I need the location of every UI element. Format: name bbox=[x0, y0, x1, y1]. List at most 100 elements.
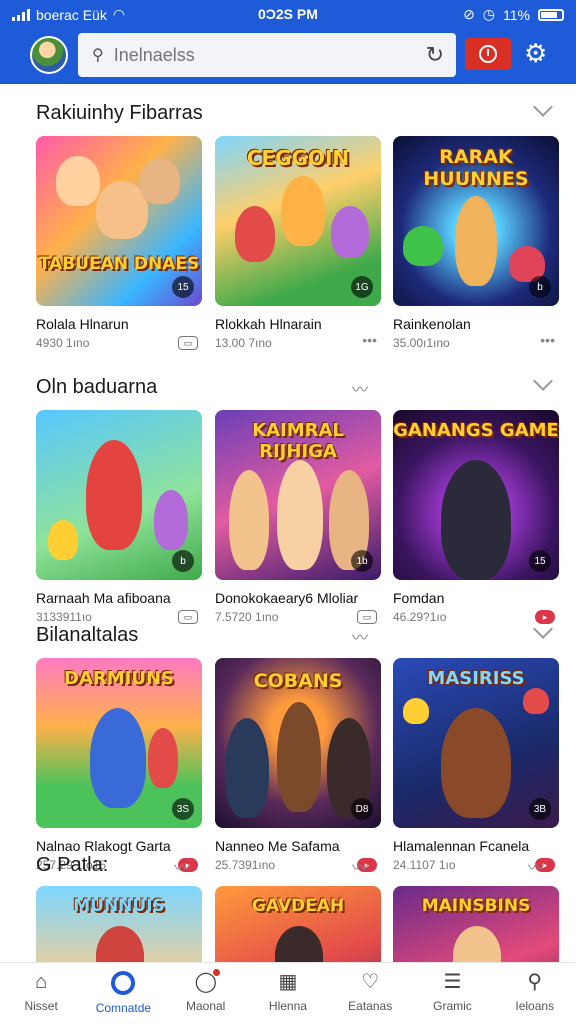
section-title: Rakiuinhy Fibarras bbox=[36, 102, 203, 124]
search-icon: ⚲ bbox=[527, 971, 543, 993]
game-card[interactable]: KAIMRAL RIJHIGA 1b Donokokaeary6 Mloliar… bbox=[215, 410, 381, 626]
chevron-down-icon[interactable] bbox=[533, 371, 553, 391]
nav-label: Gramic bbox=[433, 999, 472, 1013]
heart-icon: ♡ bbox=[361, 971, 380, 993]
trend-icon: 〰 bbox=[352, 382, 368, 399]
avatar[interactable] bbox=[30, 36, 68, 74]
section-title: Oln baduarna bbox=[36, 376, 158, 398]
clock-icon: ◷ bbox=[482, 6, 496, 22]
wifi-icon: ◠ bbox=[112, 6, 126, 22]
game-card[interactable]: GAVDEAH bbox=[215, 886, 381, 962]
game-art-title: CEGGOIN bbox=[246, 146, 350, 170]
game-art-title: KAIMRAL RIJHIGA bbox=[252, 420, 344, 462]
game-art-title: GAVDEAH bbox=[251, 896, 345, 916]
nav-item-search[interactable]: ⚲ Ieloans bbox=[494, 963, 576, 1024]
controller-icon: ▭ bbox=[178, 336, 198, 350]
game-art-title: MASIRISS bbox=[427, 668, 525, 689]
nav-label: Ieloans bbox=[515, 999, 555, 1013]
section-title: Bilanaltalas bbox=[36, 624, 139, 646]
game-name: Rainkenolan bbox=[393, 316, 471, 332]
grid-icon: ▦ bbox=[278, 971, 298, 993]
game-art-title: MAINSBINS bbox=[421, 896, 531, 916]
nav-label: Hlenna bbox=[268, 999, 307, 1013]
game-thumbnail: CEGGOIN 1G bbox=[215, 136, 381, 306]
section-2: Oln baduarna 〰 b Rarnaah Ma afiboana 313… bbox=[0, 370, 576, 624]
rank-badge: b bbox=[529, 276, 551, 298]
battery-percent: 11% bbox=[503, 6, 530, 23]
game-thumbnail: MAINSBINS bbox=[393, 886, 559, 962]
game-art-title: MUNNUIS bbox=[73, 896, 165, 916]
nav-item-chat[interactable]: ◯ Maonal bbox=[165, 963, 247, 1024]
more-icon[interactable]: ••• bbox=[540, 332, 555, 348]
game-thumbnail: KAIMRAL RIJHIGA 1b bbox=[215, 410, 381, 580]
refresh-icon[interactable]: ↻ bbox=[426, 42, 444, 68]
section-1: Rakiuinhy Fibarras TABUEAN DNAES 15 Rola… bbox=[0, 96, 576, 356]
game-card[interactable]: TABUEAN DNAES 15 Rolala Hlnarun 4930 1ın… bbox=[36, 136, 202, 352]
game-thumbnail: b bbox=[36, 410, 202, 580]
nav-item-favorites[interactable]: ♡ Eatanas bbox=[329, 963, 411, 1024]
game-thumbnail: COBANS D8 bbox=[215, 658, 381, 828]
rank-badge: 15 bbox=[529, 550, 551, 572]
chevron-down-icon[interactable] bbox=[533, 97, 553, 117]
trend-icon: 〰 bbox=[352, 860, 368, 877]
rank-badge: b bbox=[172, 550, 194, 572]
game-card[interactable]: MUNNUIS bbox=[36, 886, 202, 962]
section-4: G Patla: 〰 〰 〰 MUNNUIS GAVDEAH MAINSBINS bbox=[0, 850, 576, 962]
rank-badge: 3S bbox=[172, 798, 194, 820]
game-thumbnail: MASIRISS 3B bbox=[393, 658, 559, 828]
status-bar: boerac Eük ◠ 0Ɔ2S PM ⊘ ◷ 11% bbox=[0, 0, 576, 30]
nav-label: Maonal bbox=[185, 999, 226, 1013]
nav-item-active[interactable]: Comnatde bbox=[82, 963, 164, 1024]
record-button[interactable] bbox=[465, 38, 511, 70]
section-3: Bilanaltalas 〰 DARMIUNS 3S Nalnao Rlakog… bbox=[0, 618, 576, 872]
game-thumbnail: TABUEAN DNAES 15 bbox=[36, 136, 202, 306]
game-name: Rolala Hlnarun bbox=[36, 316, 129, 332]
game-meta: 13.00 7ıno ••• bbox=[215, 332, 381, 352]
signal-icon bbox=[12, 8, 30, 21]
nav-item-home[interactable]: ⌂ Nisset bbox=[0, 963, 82, 1024]
game-thumbnail: RARAK HUUNNES b bbox=[393, 136, 559, 306]
game-thumbnail: DARMIUNS 3S bbox=[36, 658, 202, 828]
game-card[interactable]: RARAK HUUNNES b Rainkenolan 35.00ı1ıno ••… bbox=[393, 136, 559, 352]
bottom-navigation: ⌂ Nisset Comnatde ◯ Maonal ▦ Hlenna ♡ Ea… bbox=[0, 962, 576, 1024]
game-art-title: GANANGS GAME bbox=[393, 420, 559, 441]
more-icon[interactable]: ••• bbox=[362, 332, 377, 348]
nav-item-list[interactable]: ☰ Gramic bbox=[411, 963, 493, 1024]
game-card[interactable]: MAINSBINS bbox=[393, 886, 559, 962]
game-art-title: TABUEAN DNAES bbox=[38, 254, 200, 274]
search-bar[interactable]: ⚲ ↻ bbox=[78, 33, 456, 77]
game-card[interactable]: GANANGS GAME 15 Fomdan 46.29?1ıo ▸ bbox=[393, 410, 559, 626]
nav-label: Comnatde bbox=[95, 1001, 152, 1015]
alarm-icon: ⊘ bbox=[463, 6, 475, 22]
nav-label: Nisset bbox=[24, 999, 58, 1013]
notification-dot bbox=[212, 969, 220, 976]
ring-icon bbox=[111, 971, 136, 995]
game-card[interactable]: DARMIUNS 3S Nalnao Rlakogt Garta 257.29 … bbox=[36, 658, 202, 874]
carrier-label: boerac Eük bbox=[36, 6, 107, 23]
nav-item-grid[interactable]: ▦ Hlenna bbox=[247, 963, 329, 1024]
battery-icon bbox=[538, 8, 564, 21]
game-art-title: COBANS bbox=[253, 670, 343, 692]
game-card[interactable]: COBANS D8 Nanneo Me Safama 25.7391ıno ▸ bbox=[215, 658, 381, 874]
power-icon bbox=[479, 45, 497, 63]
rank-badge: 1b bbox=[351, 550, 373, 572]
settings-icon[interactable]: ⚙ bbox=[524, 38, 547, 69]
game-meta-text: 35.00ı1ıno bbox=[393, 336, 450, 350]
list-icon: ☰ bbox=[443, 971, 462, 993]
chevron-down-icon[interactable] bbox=[533, 619, 553, 639]
game-card[interactable]: CEGGOIN 1G Rlokkah Hlnarain 13.00 7ıno ••… bbox=[215, 136, 381, 352]
game-art-title: RARAK HUUNNES bbox=[423, 146, 529, 190]
game-meta: 35.00ı1ıno ••• bbox=[393, 332, 559, 352]
home-icon: ⌂ bbox=[35, 971, 48, 993]
status-left: boerac Eük ◠ bbox=[12, 6, 125, 23]
status-time: 0Ɔ2S PM bbox=[258, 6, 318, 22]
game-thumbnail: GANANGS GAME 15 bbox=[393, 410, 559, 580]
search-input[interactable] bbox=[113, 44, 414, 66]
game-card[interactable]: b Rarnaah Ma afiboana 3133911ıo ▭ bbox=[36, 410, 202, 626]
game-art-title: DARMIUNS bbox=[64, 668, 174, 689]
rank-badge: 15 bbox=[172, 276, 194, 298]
game-card[interactable]: MASIRISS 3B Hlamalennan Fcanela 24.1107 … bbox=[393, 658, 559, 874]
trend-icon: 〰 bbox=[174, 860, 190, 877]
rank-badge: 3B bbox=[529, 798, 551, 820]
top-app-bar: boerac Eük ◠ 0Ɔ2S PM ⊘ ◷ 11% ⚲ ↻ ⚙ bbox=[0, 0, 576, 84]
